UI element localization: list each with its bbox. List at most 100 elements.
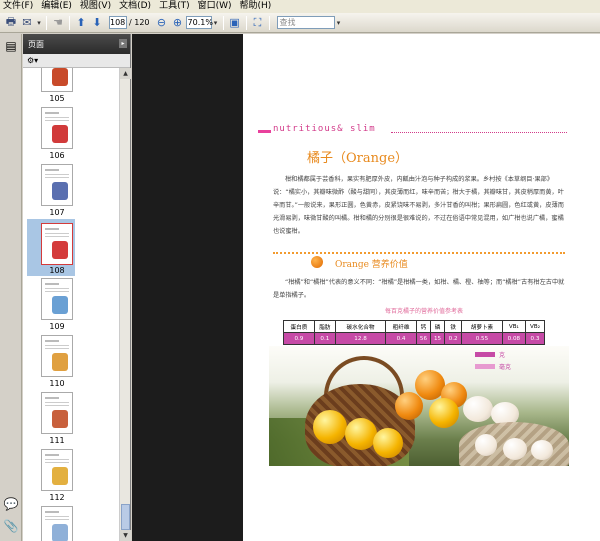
- menu-item[interactable]: 文档(D): [119, 0, 151, 13]
- header-rule: [391, 132, 567, 133]
- section-title: Orange 营养价值: [335, 260, 408, 270]
- thumbnail-list: 105 106 107 108 109 110 111 112: [23, 68, 120, 541]
- thumbnail-scrollbar[interactable]: ▲ ▼: [119, 68, 131, 541]
- table-value-cell: 0.08: [501, 332, 527, 345]
- thumbnail-page-label: 111: [49, 436, 65, 445]
- section-divider: [273, 252, 565, 254]
- table-header-cell: VB₁: [501, 320, 527, 333]
- menu-item[interactable]: 编辑(E): [41, 0, 72, 13]
- thumbnail-page-label: 105: [49, 94, 65, 103]
- zoom-level-input[interactable]: 70.1%: [185, 16, 213, 29]
- zoom-in-icon[interactable]: ⊕: [170, 15, 186, 31]
- thumbnail-page-label: 110: [49, 379, 65, 388]
- table-value-cell: 15: [429, 332, 446, 345]
- zoom-dropdown-icon[interactable]: ▾: [212, 19, 220, 27]
- page-thumbnail[interactable]: [33, 506, 73, 541]
- menu-item[interactable]: 视图(V): [80, 0, 111, 13]
- menu-item[interactable]: 文件(F): [3, 0, 33, 13]
- thumbnail-page-label: 108: [49, 266, 65, 275]
- table-header-cell: 碳水化合物: [334, 320, 387, 333]
- thumbnail-image: [41, 506, 73, 541]
- toolbar-separator: [268, 15, 270, 30]
- attachments-icon[interactable]: 📎: [3, 518, 19, 534]
- thumbnail-image: [41, 449, 73, 491]
- toolbar-separator: [222, 15, 224, 30]
- page-thumbnail[interactable]: 111: [33, 392, 73, 446]
- page-title: 橘子（Orange）: [307, 151, 409, 166]
- email-icon[interactable]: ✉: [19, 15, 35, 31]
- table-caption: 每百克橘子的营养价值参考表: [384, 308, 463, 315]
- menu-item[interactable]: 帮助(H): [240, 0, 272, 13]
- thumbnail-page-label: 109: [49, 322, 65, 331]
- scroll-down-icon[interactable]: ▼: [120, 530, 131, 541]
- scroll-up-icon[interactable]: ▲: [120, 68, 131, 79]
- thumbnail-image: [41, 223, 73, 265]
- page-header: nutritious& slim: [273, 124, 376, 134]
- close-icon[interactable]: ▸: [119, 39, 127, 48]
- page-thumbnail[interactable]: 110: [33, 335, 73, 389]
- page-thumbnail[interactable]: 105: [33, 68, 73, 104]
- zoom-out-icon[interactable]: ⊖: [154, 15, 170, 31]
- thumbnail-page-label: 112: [49, 493, 65, 502]
- nutrition-paragraph: “柑橘”和“橘柑”代表的意义不同：“柑橘”是柑橘一类，如柑、橘、橙、柚等；而“橘…: [273, 279, 565, 299]
- table-header-cell: 脂肪: [313, 320, 336, 333]
- chevron-down-icon[interactable]: ▾: [35, 19, 43, 27]
- find-dropdown-icon[interactable]: ▾: [335, 19, 343, 27]
- options-icon[interactable]: ⚙▾: [27, 56, 38, 65]
- header-bar: [258, 130, 271, 133]
- page-number-input[interactable]: 108: [109, 16, 127, 29]
- thumbnail-image: [41, 164, 73, 206]
- previous-page-icon[interactable]: ⬆: [73, 15, 89, 31]
- table-header-cell: 磷: [429, 320, 446, 333]
- document-page: nutritious& slim 橘子（Orange） 柑和橘都属于芸香科，果实…: [243, 34, 600, 541]
- menu-item[interactable]: 工具(T): [159, 0, 190, 13]
- legend-swatch-milligram: [475, 364, 495, 369]
- table-header-cell: 钙: [415, 320, 432, 333]
- legend-label-gram: 克: [499, 352, 506, 359]
- table-header-cell: 胡萝卜素: [461, 320, 503, 333]
- thumbnail-page-label: 106: [49, 151, 65, 160]
- toolbar-separator: [245, 15, 247, 30]
- comments-icon[interactable]: 💬: [3, 496, 19, 512]
- menu-item[interactable]: 窗口(W): [198, 0, 232, 13]
- thumbnail-page-label: 107: [49, 208, 65, 217]
- next-page-icon[interactable]: ⬇: [89, 15, 105, 31]
- table-value-cell: 0.2: [444, 332, 463, 345]
- print-icon[interactable]: 🖶: [3, 15, 19, 31]
- panel-title: 页面: [28, 39, 44, 49]
- find-input[interactable]: 查找: [276, 16, 335, 29]
- thumbnail-image: [41, 335, 73, 377]
- page-thumbnail[interactable]: 108: [27, 219, 75, 276]
- thumbnail-image: [41, 107, 73, 149]
- table-value-cell: 0.3: [525, 332, 545, 345]
- legend-label-milligram: 毫克: [499, 364, 512, 371]
- pages-panel-icon[interactable]: ▤: [3, 38, 19, 54]
- toolbar-separator: [46, 15, 47, 30]
- fit-page-icon[interactable]: ⛶: [250, 15, 266, 31]
- nutrition-table: 蛋白质 脂肪 碳水化合物 粗纤维钙磷铁胡萝卜素 VB₁ VB₂ 0.9 0.1 12.8 0.4…: [283, 320, 545, 345]
- thumbnail-image: [41, 278, 73, 320]
- page-gutter: [132, 34, 243, 541]
- page-thumbnail[interactable]: 106: [33, 107, 73, 161]
- hand-tool-icon[interactable]: ☚: [50, 15, 66, 31]
- table-value-cell: 56: [415, 332, 432, 345]
- table-value-cell: 0.1: [313, 332, 336, 345]
- save-icon[interactable]: ▣: [227, 15, 243, 31]
- table-header-cell: VB₂: [525, 320, 545, 333]
- panel-options: ⚙▾: [23, 54, 130, 68]
- table-value-cell: 0.9: [283, 332, 315, 345]
- orange-basket-photo: 克 毫克: [269, 346, 569, 466]
- page-thumbnail[interactable]: 109: [33, 278, 73, 332]
- document-viewport[interactable]: nutritious& slim 橘子（Orange） 柑和橘都属于芸香科，果实…: [132, 34, 600, 541]
- pages-panel: 页面 ▸ ⚙▾ 105 106 107 108 109 110 111 112 ▲ ▼: [23, 34, 131, 541]
- page-total-label: / 120: [129, 18, 150, 27]
- legend-swatch-gram: [475, 352, 495, 357]
- panel-header: 页面 ▸: [23, 34, 130, 54]
- toolbar: 🖶 ✉ ▾ ☚ ⬆ ⬇ 108 / 120 ⊖ ⊕ 70.1% ▾ ▣ ⛶ 查找…: [0, 13, 600, 33]
- table-header-cell: 粗纤维: [385, 320, 417, 333]
- navigation-strip: ▤ 💬 📎: [0, 34, 22, 541]
- thumbnail-image: [41, 68, 73, 92]
- page-thumbnail[interactable]: 112: [33, 449, 73, 503]
- page-thumbnail[interactable]: 107: [33, 164, 73, 218]
- scrollbar-thumb[interactable]: [121, 504, 130, 530]
